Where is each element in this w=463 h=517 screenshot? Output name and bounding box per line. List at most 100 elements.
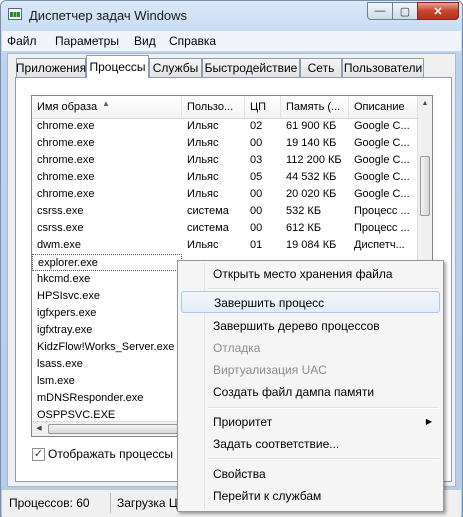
column-memory[interactable]: Память (... [281,96,349,118]
menu-help[interactable]: Справка [169,34,216,48]
image-name-cell: HPSIsvc.exe [37,290,100,302]
menu-separator [208,288,439,290]
tab-processes[interactable]: Процессы [86,55,149,78]
image-name-cell: csrss.exe [37,222,84,234]
title-bar[interactable]: Диспетчер задач Windows — ▢ ✕ [1,1,462,29]
tab-users[interactable]: Пользователи [342,58,424,77]
image-name-cell: csrss.exe [37,205,84,217]
user-cell: Ильяс [187,188,219,200]
cpu-cell: 00 [250,137,263,149]
description-cell: Google C... [354,154,410,166]
image-name-cell: igfxpers.exe [37,307,97,319]
menu-item-label: Создать файл дампа памяти [213,385,375,399]
menu-bar: Файл Параметры Вид Справка [2,31,461,51]
column-description[interactable]: Описание [349,96,418,118]
description-cell: Google C... [354,171,410,183]
menu-item-go-to-services[interactable]: Перейти к службам [181,485,440,507]
table-row[interactable]: dwm.exe Ильяс 01 19 084 КБ Диспетч... [32,237,418,254]
cpu-cell: 05 [250,171,263,183]
cpu-cell: 00 [250,205,263,217]
menu-item-label: Завершить дерево процессов [213,319,380,333]
menu-item-label: Перейти к службам [213,489,322,503]
menu-item-uac-virtualization: Виртуализация UAC [181,359,440,381]
table-row[interactable]: chrome.exe Ильяс 02 61 900 КБ Google C... [32,118,418,135]
table-row[interactable]: csrss.exe система 00 612 КБ Процесс ... [32,220,418,237]
status-process-count: Процессов: 60 [9,496,90,510]
menu-item-set-affinity[interactable]: Задать соответствие... [181,433,440,455]
menu-item-label: Открыть место хранения файла [213,267,393,281]
status-divider [110,493,111,513]
menu-item-properties[interactable]: Свойства [181,463,440,485]
table-row[interactable]: chrome.exe Ильяс 05 44 532 КБ Google C... [32,169,418,186]
tab-performance[interactable]: Быстродействие [202,58,300,77]
table-row[interactable]: chrome.exe Ильяс 00 20 020 КБ Google C... [32,186,418,203]
list-header: ▲ Имя образа Пользо... ЦП Память (... Оп… [32,96,418,119]
menu-item-create-dump-file[interactable]: Создать файл дампа памяти [181,381,440,403]
image-name-cell: chrome.exe [37,120,95,132]
memory-cell: 44 532 КБ [286,171,337,183]
user-cell: система [187,222,229,234]
cpu-cell: 02 [250,120,263,132]
image-name-cell: dwm.exe [37,239,82,251]
submenu-arrow-icon: ▶ [425,417,432,426]
memory-cell: 19 140 КБ [286,137,337,149]
menu-view[interactable]: Вид [134,34,156,48]
horizontal-scroll-thumb[interactable] [48,424,178,434]
show-all-processes-label: Отображать процессы все [48,447,196,461]
menu-item-open-file-location[interactable]: Открыть место хранения файла [181,263,440,285]
menu-file[interactable]: Файл [7,34,37,48]
table-row[interactable]: chrome.exe Ильяс 00 19 140 КБ Google C... [32,135,418,152]
tab-applications[interactable]: Приложения [16,58,86,77]
user-cell: Ильяс [187,239,219,251]
menu-separator [208,458,439,460]
scroll-left-icon[interactable]: ◀ [32,422,46,436]
description-cell: Процесс ... [354,222,410,234]
image-name-cell: hkcmd.exe [37,273,91,285]
task-manager-icon [8,8,22,20]
image-name-cell: igfxtray.exe [37,324,93,336]
menu-item-end-process-tree[interactable]: Завершить дерево процессов [181,315,440,337]
show-all-processes-checkbox[interactable]: ✓ [32,448,45,461]
process-context-menu: Открыть место хранения файла Завершить пр… [177,260,444,512]
menu-item-label: Виртуализация UAC [213,363,327,377]
image-name-cell: mDNSResponder.exe [37,392,144,404]
vertical-scroll-thumb[interactable] [420,156,430,216]
image-name-cell: chrome.exe [37,137,95,149]
scroll-up-icon[interactable]: ▲ [418,96,432,112]
image-name-cell: chrome.exe [37,188,95,200]
tab-network[interactable]: Сеть [300,58,342,77]
memory-cell: 19 084 КБ [286,239,337,251]
cpu-cell: 00 [250,188,263,200]
menu-item-priority[interactable]: Приоритет ▶ [181,411,440,433]
column-image-name[interactable]: ▲ Имя образа [32,96,182,118]
memory-cell: 20 020 КБ [286,188,337,200]
memory-cell: 112 200 КБ [286,154,342,166]
memory-cell: 612 КБ [286,222,322,234]
minimize-button[interactable]: — [367,2,393,20]
menu-item-label: Завершить процесс [214,296,325,310]
menu-item-label: Отладка [213,341,261,355]
column-cpu[interactable]: ЦП [245,96,281,118]
image-name-cell: chrome.exe [37,171,95,183]
description-cell: Google C... [354,120,410,132]
menu-item-label: Приоритет [213,415,273,429]
table-row[interactable]: csrss.exe система 00 532 КБ Процесс ... [32,203,418,220]
menu-item-end-process[interactable]: Завершить процесс [181,291,440,313]
memory-cell: 61 900 КБ [286,120,337,132]
cpu-cell: 00 [250,222,263,234]
table-row[interactable]: chrome.exe Ильяс 03 112 200 КБ Google C... [32,152,418,169]
window-title: Диспетчер задач Windows [29,8,188,23]
status-cpu-load: Загрузка ЦП [117,496,187,510]
maximize-button[interactable]: ▢ [392,2,418,20]
menu-item-label: Свойства [213,467,266,481]
memory-cell: 532 КБ [286,205,322,217]
cpu-cell: 01 [250,239,263,251]
sort-ascending-icon: ▲ [102,99,110,108]
close-button[interactable]: ✕ [417,2,459,20]
image-name-cell: explorer.exe [32,254,182,271]
column-user[interactable]: Пользо... [182,96,245,118]
menu-options[interactable]: Параметры [55,34,119,48]
menu-separator [208,407,439,409]
tab-services[interactable]: Службы [149,58,202,77]
description-cell: Google C... [354,188,410,200]
